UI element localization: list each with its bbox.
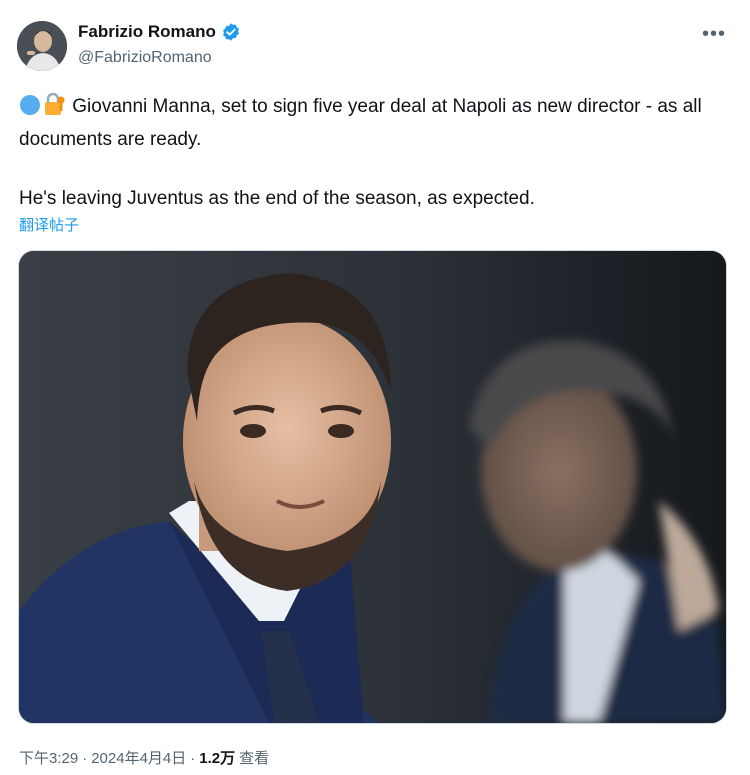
- tweet-text: Giovanni Manna, set to sign five year de…: [19, 92, 719, 213]
- view-count: 1.2万: [199, 750, 236, 767]
- more-horizontal-icon[interactable]: •••: [702, 24, 726, 44]
- separator-dot: ·: [190, 750, 196, 767]
- translate-post-link[interactable]: 翻译帖子: [19, 214, 79, 235]
- avatar[interactable]: [17, 21, 67, 71]
- verified-badge-icon: [221, 22, 241, 42]
- separator-dot: ·: [82, 750, 88, 767]
- tweet-card: Fabrizio Romano @FabrizioRomano ••• Giov…: [0, 0, 750, 775]
- tweet-line-1: Giovanni Manna, set to sign five year de…: [19, 96, 702, 150]
- author-handle[interactable]: @FabrizioRomano: [78, 49, 212, 67]
- tweet-date[interactable]: 2024年4月4日: [91, 747, 186, 768]
- author-name[interactable]: Fabrizio Romano: [78, 22, 216, 42]
- author-name-row[interactable]: Fabrizio Romano: [78, 22, 241, 42]
- tweet-metadata: 下午3:29 · 2024年4月4日 · 1.2万 查看: [19, 747, 269, 768]
- locked-with-key-emoji-icon: [41, 92, 67, 125]
- view-count-label: 查看: [239, 750, 270, 767]
- tweet-time[interactable]: 下午3:29: [19, 747, 78, 768]
- tweet-photo[interactable]: [18, 250, 727, 724]
- blue-circle-emoji-icon: [19, 94, 41, 125]
- tweet-line-2: He's leaving Juventus as the end of the …: [19, 188, 535, 209]
